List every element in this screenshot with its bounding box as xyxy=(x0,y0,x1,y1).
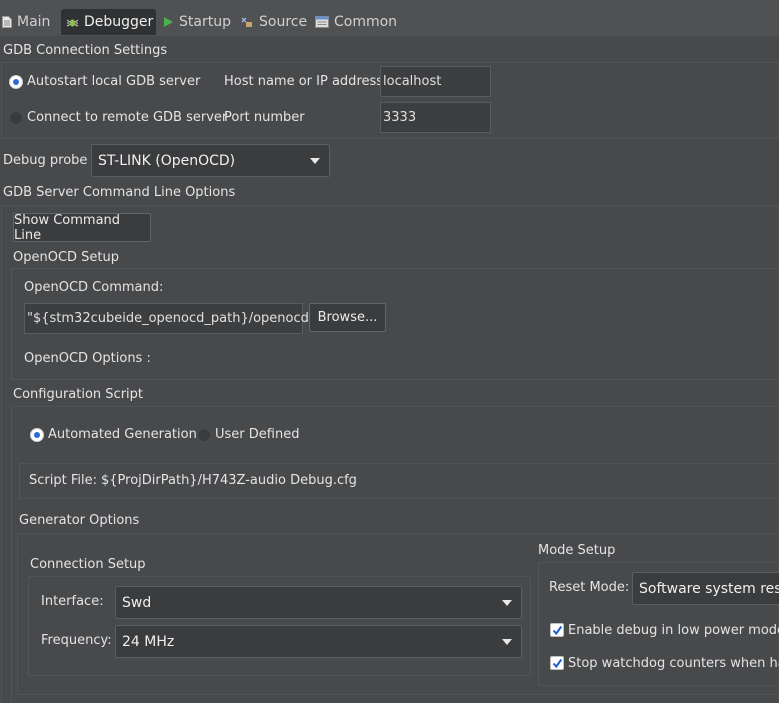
reset-mode-select[interactable]: Software system rese xyxy=(632,572,779,605)
watchdog-checkbox[interactable] xyxy=(550,656,564,670)
mode-setup-title: Mode Setup xyxy=(538,543,616,558)
debug-probe-value: ST-LINK (OpenOCD) xyxy=(98,152,236,169)
reset-mode-label: Reset Mode: xyxy=(549,580,630,595)
debug-probe-label: Debug probe xyxy=(3,153,88,168)
chevron-down-icon xyxy=(310,157,320,164)
show-command-line-button[interactable]: Show Command Line xyxy=(13,212,151,243)
tab-label: Debugger xyxy=(84,14,154,30)
browse-label: Browse... xyxy=(317,310,378,325)
user-defined-label: User Defined xyxy=(215,427,300,442)
reset-mode-value: Software system rese xyxy=(639,580,779,597)
tab-label: Common xyxy=(334,14,398,30)
low-power-checkbox[interactable] xyxy=(550,623,564,637)
interface-label: Interface: xyxy=(41,594,104,609)
openocd-command-value: "${stm32cubeide_openocd_path}/openocd" xyxy=(27,311,315,326)
watchdog-label: Stop watchdog counters when halt xyxy=(568,656,779,671)
script-file-value: ${ProjDirPath}/H743Z-audio Debug.cfg xyxy=(101,473,357,488)
common-icon xyxy=(315,16,329,28)
tab-debugger[interactable]: Debugger xyxy=(61,9,156,35)
tab-label: Source xyxy=(259,14,308,30)
show-command-line-label: Show Command Line xyxy=(14,212,121,243)
checkmark-icon xyxy=(552,658,563,669)
browse-button[interactable]: Browse... xyxy=(309,303,386,332)
autostart-label: Autostart local GDB server xyxy=(27,74,201,89)
frequency-label: Frequency: xyxy=(41,633,112,648)
frequency-select[interactable]: 24 MHz xyxy=(115,625,522,658)
tab-startup[interactable]: Startup xyxy=(163,9,231,35)
automated-generation-label: Automated Generation xyxy=(48,427,197,442)
port-value: 3333 xyxy=(383,110,417,125)
tab-label: Main xyxy=(17,14,51,30)
source-icon xyxy=(240,16,254,29)
remote-radio[interactable] xyxy=(9,111,23,125)
debug-probe-select[interactable]: ST-LINK (OpenOCD) xyxy=(91,144,330,177)
openocd-section-title: OpenOCD Setup xyxy=(13,250,120,265)
chevron-down-icon xyxy=(502,599,512,606)
tab-label: Startup xyxy=(179,14,231,30)
script-file-label: Script File: xyxy=(29,473,97,488)
port-input[interactable]: 3333 xyxy=(380,102,491,133)
play-icon xyxy=(163,16,174,28)
connection-setup-title: Connection Setup xyxy=(30,557,146,572)
remote-label: Connect to remote GDB server xyxy=(27,110,228,125)
openocd-options-label: OpenOCD Options : xyxy=(24,351,151,366)
tab-source[interactable]: Source xyxy=(240,9,307,35)
autostart-radio[interactable] xyxy=(9,75,23,89)
interface-value: Swd xyxy=(122,594,152,611)
low-power-label: Enable debug in low power modes xyxy=(568,623,779,638)
openocd-command-input[interactable]: "${stm32cubeide_openocd_path}/openocd" xyxy=(24,303,315,334)
openocd-command-label: OpenOCD Command: xyxy=(24,280,164,295)
generator-section-title: Generator Options xyxy=(19,513,140,528)
port-label: Port number xyxy=(224,110,305,125)
file-icon xyxy=(2,16,12,28)
bug-icon xyxy=(66,16,79,29)
user-defined-radio[interactable] xyxy=(197,428,211,442)
automated-generation-radio[interactable] xyxy=(30,428,44,442)
gdb-section-title: GDB Connection Settings xyxy=(3,43,168,58)
tab-main[interactable]: Main xyxy=(2,9,50,35)
config-section-title: Configuration Script xyxy=(13,387,143,402)
checkmark-icon xyxy=(552,625,563,636)
host-value: localhost xyxy=(383,74,442,89)
host-input[interactable]: localhost xyxy=(380,66,491,97)
host-label: Host name or IP address xyxy=(224,74,384,89)
frequency-value: 24 MHz xyxy=(122,633,175,650)
tab-bar: Main Debugger Startup Source Common xyxy=(0,0,779,36)
tab-common[interactable]: Common xyxy=(315,9,397,35)
interface-select[interactable]: Swd xyxy=(115,586,522,619)
server-section-title: GDB Server Command Line Options xyxy=(3,185,236,200)
chevron-down-icon xyxy=(502,638,512,645)
